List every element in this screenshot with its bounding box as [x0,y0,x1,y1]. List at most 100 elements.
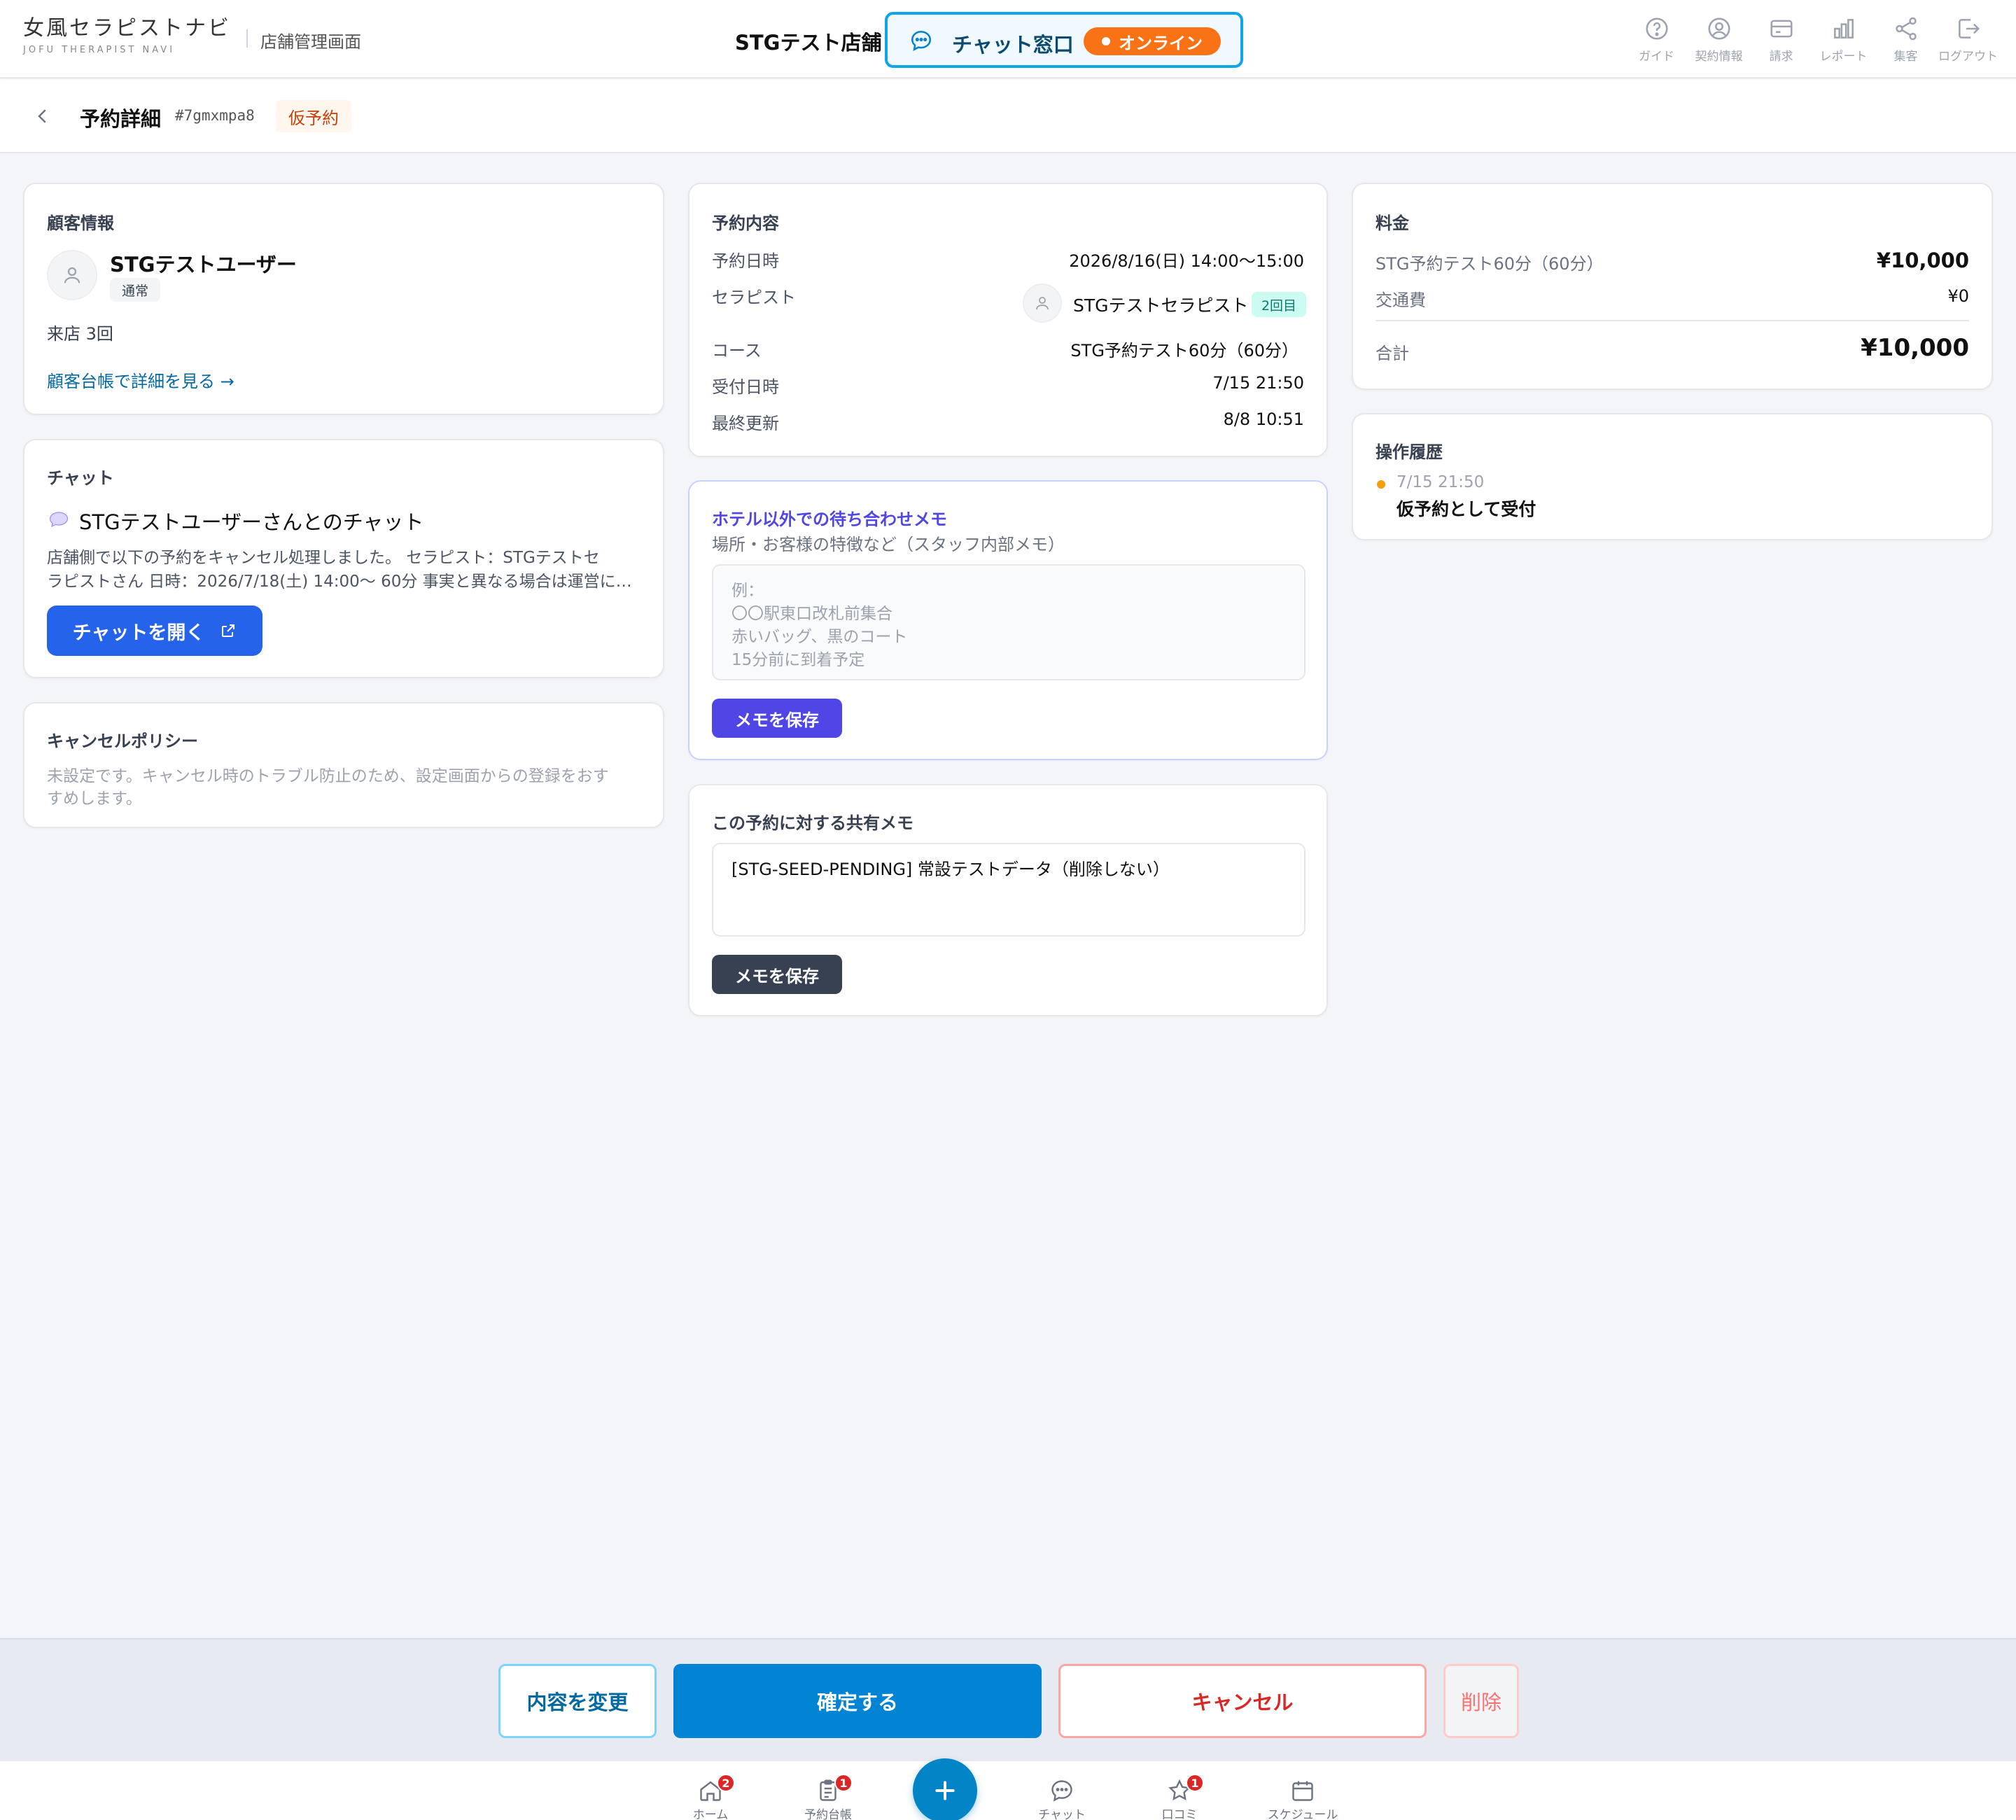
action-bar: 内容を変更 確定する キャンセル 削除 [0,1638,2016,1761]
chat-window-label: チャット窓口 [952,33,1074,57]
therapist-visit-badge: 2回目 [1252,292,1306,317]
shared-memo-value: [STG-SEED-PENDING] 常設テストデータ（削除しない） [732,860,1170,879]
save-meeting-memo-button[interactable]: メモを保存 [712,699,842,738]
credit-card-icon [1770,20,1793,38]
bottom-nav-chat[interactable]: チャット [1030,1778,1093,1820]
price-card-title: 料金 [1376,214,1409,233]
total-value: ¥10,000 [1861,334,1969,362]
history-time: 7/15 21:50 [1396,473,1485,491]
meeting-memo-subtitle: 場所・お客様の特徴など（スタッフ内部メモ） [712,535,1065,554]
logo-sub-text: JOFU THERAPIST NAVI [23,45,176,55]
cancel-policy-title: キャンセルポリシー [47,732,198,751]
chevron-left-icon[interactable] [32,104,53,128]
admin-label: 店舗管理画面 [260,32,361,52]
price-course-value: ¥10,000 [1876,248,1969,272]
share-icon [1895,17,1917,41]
logo[interactable]: 女風セラピストナビ JOFU THERAPIST NAVI [23,14,231,55]
history-text: 仮予約として受付 [1396,499,1536,519]
chat-bubble-icon [1051,1780,1072,1802]
reviews-badge: 1 [1186,1774,1204,1792]
cancel-button[interactable]: キャンセル [1058,1664,1427,1738]
cancel-policy-line-2: すめします。 [47,790,142,808]
updated-value: 8/8 10:51 [1223,410,1304,429]
add-button[interactable] [913,1758,977,1820]
visit-count: 来店 3回 [47,324,113,344]
bottom-nav-schedule-label: スケジュール [1267,1808,1338,1820]
logout-icon [1958,19,1980,38]
chat-preview-line-1: 店舗側で以下の予約をキャンセル処理しました。 セラピスト：STGテストセ [47,549,600,567]
plus-icon [935,1781,955,1800]
bottom-nav: 2 ホーム 1 予約台帳 チャット 1 口コミ スケジュール [0,1761,2016,1820]
ledger-badge: 1 [834,1774,853,1792]
price-divider [1376,320,1969,321]
bottom-nav-reviews-label: 口コミ [1161,1808,1198,1820]
reservation-datetime-value: 2026/8/16(日) 14:00〜15:00 [1069,251,1304,271]
nav-report-label: レポート [1819,50,1868,64]
open-chat-button[interactable]: チャットを開く [47,606,262,656]
bottom-nav-home-label: ホーム [692,1808,729,1820]
delete-button[interactable]: 削除 [1443,1664,1519,1738]
nav-contract[interactable]: 契約情報 [1688,15,1750,64]
customer-name: STGテストユーザー [110,253,297,276]
edit-button[interactable]: 内容を変更 [498,1664,657,1738]
chat-bubble-icon [911,30,932,52]
memo-placeholder-line-1: 例： [732,582,764,600]
top-nav: ガイド 契約情報 請求 レポート 集客 ログアウト [1625,15,1999,64]
customer-card-title: 顧客情報 [47,214,114,233]
cancel-policy-line-1: 未設定です。キャンセル時のトラブル防止のため、設定画面からの登録をおす [47,767,609,785]
transport-label: 交通費 [1376,290,1426,310]
nav-report[interactable]: レポート [1812,15,1875,64]
reservation-card-title: 予約内容 [712,214,779,233]
shared-memo-card: この予約に対する共有メモ [STG-SEED-PENDING] 常設テストデータ… [688,784,1328,1016]
received-label: 受付日時 [712,377,779,397]
customer-ledger-link[interactable]: 顧客台帳で詳細を見る → [47,368,234,392]
online-status-badge: オンライン [1084,27,1221,55]
bottom-nav-ledger[interactable]: 1 予約台帳 [797,1774,860,1820]
transport-value: ¥0 [1947,286,1969,306]
bottom-nav-chat-label: チャット [1038,1808,1086,1820]
user-icon [64,267,80,284]
reservation-code: #7gmxmpa8 [175,107,255,124]
history-card: 操作履歴 7/15 21:50 仮予約として受付 [1352,413,1993,540]
nav-billing-label: 請求 [1769,50,1793,64]
user-circle-icon [1707,18,1730,40]
nav-guide-label: ガイド [1639,50,1674,64]
reservation-datetime-label: 予約日時 [712,251,779,271]
bottom-nav-reviews[interactable]: 1 口コミ [1148,1774,1211,1820]
nav-billing[interactable]: 請求 [1750,15,1812,64]
price-course-label: STG予約テスト60分（60分） [1376,254,1604,274]
received-value: 7/15 21:50 [1212,373,1304,393]
updated-label: 最終更新 [712,414,779,433]
status-badge: 仮予約 [276,100,351,132]
open-chat-label: チャットを開く [72,622,205,644]
external-link-icon [222,624,235,637]
cancel-policy-card: キャンセルポリシー 未設定です。キャンセル時のトラブル防止のため、設定画面からの… [23,702,664,828]
calendar-icon [1292,1781,1313,1801]
total-label: 合計 [1376,344,1409,363]
therapist-name[interactable]: STGテストセラピスト [1073,292,1249,317]
online-label: オンライン [1119,33,1203,53]
shared-memo-input[interactable]: [STG-SEED-PENDING] 常設テストデータ（削除しない） [712,843,1306,937]
nav-guide[interactable]: ガイド [1625,15,1688,64]
meeting-memo-title: ホテル以外での待ち合わせメモ [712,510,947,529]
chat-card-title: チャット [47,468,114,488]
nav-logout[interactable]: ログアウト [1937,15,1999,64]
reservation-card: 予約内容 予約日時 2026/8/16(日) 14:00〜15:00 セラピスト… [688,183,1328,457]
shared-memo-title: この予約に対する共有メモ [712,813,913,833]
chat-window-button[interactable]: チャット窓口 オンライン [885,12,1243,68]
chat-preview-line-2: ラピストさん 日時：2026/7/18(土) 14:00〜 60分 事実と異なる… [47,573,632,591]
confirm-button[interactable]: 確定する [673,1664,1042,1738]
bottom-nav-ledger-label: 予約台帳 [804,1808,852,1820]
bottom-nav-home[interactable]: 2 ホーム [679,1774,742,1820]
bottom-nav-schedule[interactable]: スケジュール [1257,1778,1348,1820]
therapist-avatar [1023,284,1062,323]
chat-thread-title[interactable]: STGテストユーザーさんとのチャット [79,506,424,536]
nav-marketing[interactable]: 集客 [1875,15,1937,64]
memo-placeholder-line-3: 赤いバッグ、黒のコート [732,628,908,646]
home-badge: 2 [717,1774,735,1792]
bar-chart-icon [1833,19,1854,38]
history-dot-icon [1377,480,1385,489]
online-dot-icon [1102,37,1110,46]
save-shared-memo-button[interactable]: メモを保存 [712,955,842,994]
meeting-memo-input[interactable]: 例： 〇〇駅東口改札前集合 赤いバッグ、黒のコート 15分前に到着予定 [712,564,1306,680]
